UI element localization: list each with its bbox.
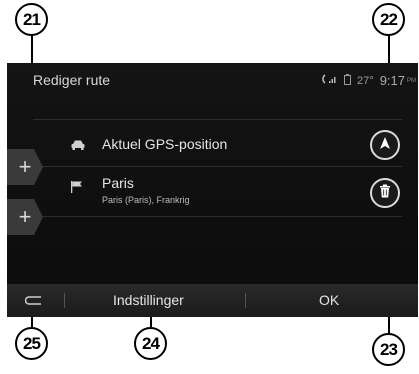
callout-23: 23 xyxy=(372,333,405,366)
add-waypoint-button-bottom[interactable]: + xyxy=(7,199,43,235)
flag-icon xyxy=(70,180,86,193)
add-waypoint-button-top[interactable]: + xyxy=(7,149,43,185)
plus-icon: + xyxy=(18,204,32,229)
delete-waypoint-button[interactable] xyxy=(370,178,400,208)
trash-icon xyxy=(379,184,391,203)
settings-button[interactable]: Indstillinger xyxy=(113,292,184,308)
plus-icon: + xyxy=(18,154,32,179)
phone-signal-icon xyxy=(322,74,338,87)
car-icon xyxy=(70,138,86,150)
navigation-arrow-icon xyxy=(379,136,391,155)
go-to-location-button[interactable] xyxy=(370,130,400,160)
callout-24: 24 xyxy=(134,327,167,360)
route-destination-label: Paris xyxy=(102,175,134,191)
divider xyxy=(33,216,402,217)
divider xyxy=(64,293,65,308)
battery-icon xyxy=(344,73,352,88)
back-icon[interactable] xyxy=(24,294,43,312)
status-bar: 27° 9:17 PM xyxy=(322,73,416,88)
callout-22: 22 xyxy=(372,3,405,36)
callout-21: 21 xyxy=(15,3,48,36)
divider xyxy=(33,166,402,167)
clock-ampm: PM xyxy=(407,77,416,84)
route-destination-sublabel: Paris (Paris), Frankrig xyxy=(102,195,190,205)
divider xyxy=(245,293,246,308)
ok-button[interactable]: OK xyxy=(319,292,339,308)
callout-25: 25 xyxy=(15,327,48,360)
divider xyxy=(33,119,402,120)
page-title: Rediger rute xyxy=(33,72,111,88)
bottom-bar: Indstillinger OK xyxy=(7,284,418,317)
temperature-readout: 27° xyxy=(357,74,374,87)
clock: 9:17 xyxy=(379,73,405,88)
navigation-screen: Rediger rute 27° 9:17 PM + + Aktuel GPS-… xyxy=(7,63,418,317)
route-start-label: Aktuel GPS-position xyxy=(102,136,228,152)
